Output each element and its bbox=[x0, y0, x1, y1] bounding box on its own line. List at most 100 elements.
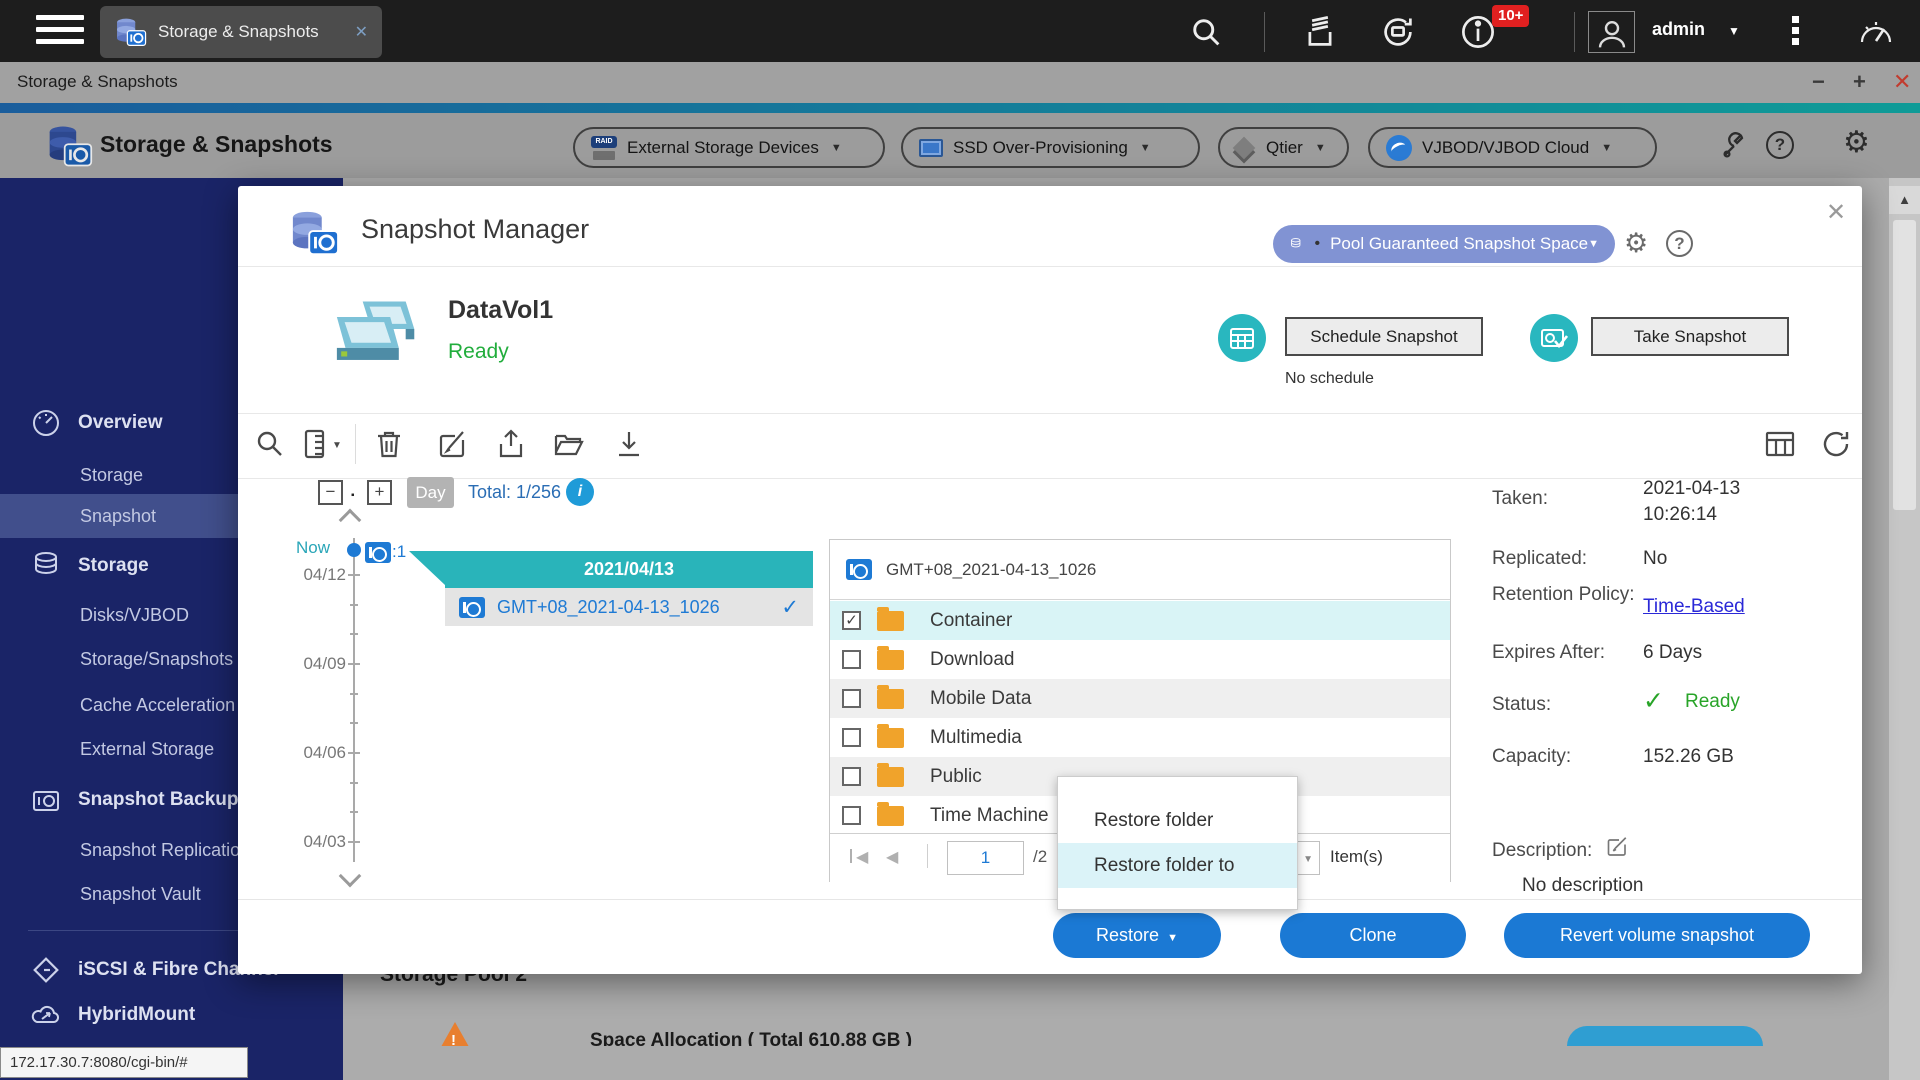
app-tab[interactable]: Storage & Snapshots ✕ bbox=[100, 6, 382, 58]
edit-icon[interactable] bbox=[435, 428, 467, 460]
sidebar-item-hybridmount[interactable]: HybridMount bbox=[0, 995, 343, 1035]
file-panel-header: GMT+08_2021-04-13_1026 bbox=[830, 540, 1450, 600]
prev-page-icon[interactable]: ◀ bbox=[886, 847, 898, 867]
chevron-down-icon: ▼ bbox=[1601, 141, 1613, 154]
snapshot-icon bbox=[459, 596, 485, 618]
app-header: Storage & Snapshots RAID External Storag… bbox=[0, 113, 1920, 178]
dashboard-gauge-icon[interactable] bbox=[1858, 16, 1894, 52]
global-settings-wrench-icon[interactable] bbox=[1719, 131, 1749, 161]
chevron-down-icon: ▼ bbox=[1303, 854, 1313, 865]
checkbox[interactable] bbox=[842, 767, 861, 786]
schedule-snapshot-button[interactable]: Schedule Snapshot bbox=[1285, 317, 1483, 356]
volume-icon bbox=[330, 298, 416, 372]
qtier-icon bbox=[1232, 136, 1256, 159]
background-tasks-icon[interactable] bbox=[1302, 14, 1338, 50]
window-minimize-icon[interactable]: − bbox=[1812, 69, 1825, 95]
checkbox[interactable] bbox=[842, 689, 861, 708]
retention-policy-link[interactable]: Time-Based bbox=[1643, 596, 1745, 617]
app-tab-close-icon[interactable]: ✕ bbox=[355, 22, 368, 42]
menu-ssd-over-provisioning[interactable]: SSD Over-Provisioning ▼ bbox=[901, 127, 1200, 168]
snapshot-card-date[interactable]: 2021/04/13 bbox=[445, 551, 813, 588]
global-search-icon[interactable] bbox=[1188, 14, 1224, 50]
folder-icon bbox=[877, 723, 904, 748]
page-scrollbar[interactable]: ▲ bbox=[1889, 178, 1920, 1080]
snapshot-name: GMT+08_2021-04-13_1026 bbox=[497, 596, 720, 617]
checkbox[interactable] bbox=[842, 650, 861, 669]
folder-row-container[interactable]: ✓ Container bbox=[830, 601, 1450, 640]
window-maximize-icon[interactable]: + bbox=[1853, 69, 1866, 95]
revert-volume-snapshot-button[interactable]: Revert volume snapshot bbox=[1504, 913, 1810, 958]
zoom-out-button[interactable]: − bbox=[318, 480, 343, 505]
help-glyph: ? bbox=[1774, 135, 1786, 154]
chevron-down-icon[interactable]: ▼ bbox=[332, 440, 342, 451]
take-snapshot-button[interactable]: Take Snapshot bbox=[1591, 317, 1789, 356]
pool-selector-dropdown[interactable]: • Pool Guaranteed Snapshot Space ▼ bbox=[1273, 225, 1615, 263]
take-snapshot-icon[interactable] bbox=[1530, 314, 1578, 362]
snapshot-settings-gear-icon[interactable]: ⚙ bbox=[1624, 228, 1648, 259]
folder-row-mobile-data[interactable]: Mobile Data bbox=[830, 679, 1450, 718]
snapshot-total-label: Total: 1/256 bbox=[468, 482, 562, 502]
window-close-icon[interactable]: ✕ bbox=[1893, 69, 1911, 95]
schedule-snapshot-icon[interactable] bbox=[1218, 314, 1266, 362]
dialog-close-icon[interactable]: ✕ bbox=[1826, 198, 1846, 227]
delete-icon[interactable] bbox=[373, 428, 405, 460]
checkbox-checked[interactable]: ✓ bbox=[842, 611, 861, 630]
menu-qtier[interactable]: Qtier ▼ bbox=[1218, 127, 1349, 168]
retention-value: Time-Based bbox=[1643, 594, 1823, 620]
table-view-icon[interactable] bbox=[1764, 428, 1796, 460]
notifications-icon[interactable] bbox=[1460, 14, 1496, 50]
toolbar-divider bbox=[355, 424, 356, 464]
timeline-scroll-up-icon[interactable] bbox=[338, 508, 362, 532]
snapshot-count-icon bbox=[365, 542, 391, 563]
menu-item-restore-folder-to[interactable]: Restore folder to bbox=[1058, 843, 1297, 888]
menu-vjbod[interactable]: VJBOD/VJBOD Cloud ▼ bbox=[1368, 127, 1657, 168]
menu-external-storage-devices[interactable]: RAID External Storage Devices ▼ bbox=[573, 127, 885, 168]
search-icon[interactable] bbox=[254, 428, 286, 460]
avatar[interactable] bbox=[1588, 11, 1635, 53]
help-icon[interactable]: ? bbox=[1766, 131, 1794, 159]
menu-item-restore-folder[interactable]: Restore folder bbox=[1058, 798, 1297, 843]
description-value: No description bbox=[1522, 875, 1644, 896]
snapshot-card-row[interactable]: GMT+08_2021-04-13_1026 ✓ bbox=[445, 588, 813, 626]
allocation-heading: Space Allocation ( Total 610.88 GB ) bbox=[590, 1030, 913, 1046]
more-options-icon[interactable] bbox=[1792, 16, 1800, 49]
folder-icon bbox=[877, 762, 904, 787]
user-menu-caret-icon[interactable]: ▼ bbox=[1728, 24, 1740, 38]
menu-label: Qtier bbox=[1266, 137, 1303, 157]
checkbox[interactable] bbox=[842, 806, 861, 825]
snapshot-manager-dialog: Snapshot Manager • Pool Guaranteed Snaps… bbox=[238, 186, 1862, 974]
database-icon bbox=[30, 550, 62, 582]
refresh-icon[interactable] bbox=[1820, 428, 1852, 460]
dialog-help-icon[interactable]: ? bbox=[1666, 230, 1693, 257]
taken-label: Taken: bbox=[1492, 488, 1548, 509]
edit-description-icon[interactable] bbox=[1604, 834, 1628, 858]
snapshot-list-icon[interactable] bbox=[300, 428, 332, 460]
timeline-scroll-down-icon[interactable] bbox=[338, 864, 362, 888]
snapshot-icon bbox=[846, 559, 872, 580]
app-tab-label: Storage & Snapshots bbox=[158, 22, 319, 41]
retention-label: Retention Policy: bbox=[1492, 584, 1635, 605]
chevron-down-icon: ▼ bbox=[1167, 932, 1178, 944]
clone-button[interactable]: Clone bbox=[1280, 913, 1466, 958]
settings-gear-icon[interactable]: ⚙ bbox=[1843, 125, 1870, 160]
info-icon[interactable]: i bbox=[566, 478, 594, 506]
page-number-input[interactable] bbox=[947, 841, 1024, 875]
vjbod-cloud-icon bbox=[1386, 134, 1412, 161]
scrollbar-thumb[interactable] bbox=[1893, 220, 1916, 510]
external-device-sync-icon[interactable] bbox=[1380, 14, 1416, 50]
timeline-now-dot bbox=[347, 543, 361, 557]
folder-open-icon[interactable] bbox=[553, 428, 585, 460]
folder-icon bbox=[877, 684, 904, 709]
user-menu[interactable]: admin bbox=[1652, 19, 1705, 40]
download-icon[interactable] bbox=[613, 428, 645, 460]
zoom-in-button[interactable]: + bbox=[367, 480, 392, 505]
checkbox[interactable] bbox=[842, 728, 861, 747]
restore-button[interactable]: Restore ▼ bbox=[1053, 913, 1221, 958]
timeline-scale-badge: Day bbox=[407, 477, 454, 508]
folder-row-multimedia[interactable]: Multimedia bbox=[830, 718, 1450, 757]
export-icon[interactable] bbox=[495, 428, 527, 460]
first-page-icon[interactable]: ◀ bbox=[849, 847, 868, 867]
folder-row-download[interactable]: Download bbox=[830, 640, 1450, 679]
main-menu-icon[interactable] bbox=[36, 15, 84, 47]
scrollbar-up-icon[interactable]: ▲ bbox=[1889, 186, 1920, 214]
